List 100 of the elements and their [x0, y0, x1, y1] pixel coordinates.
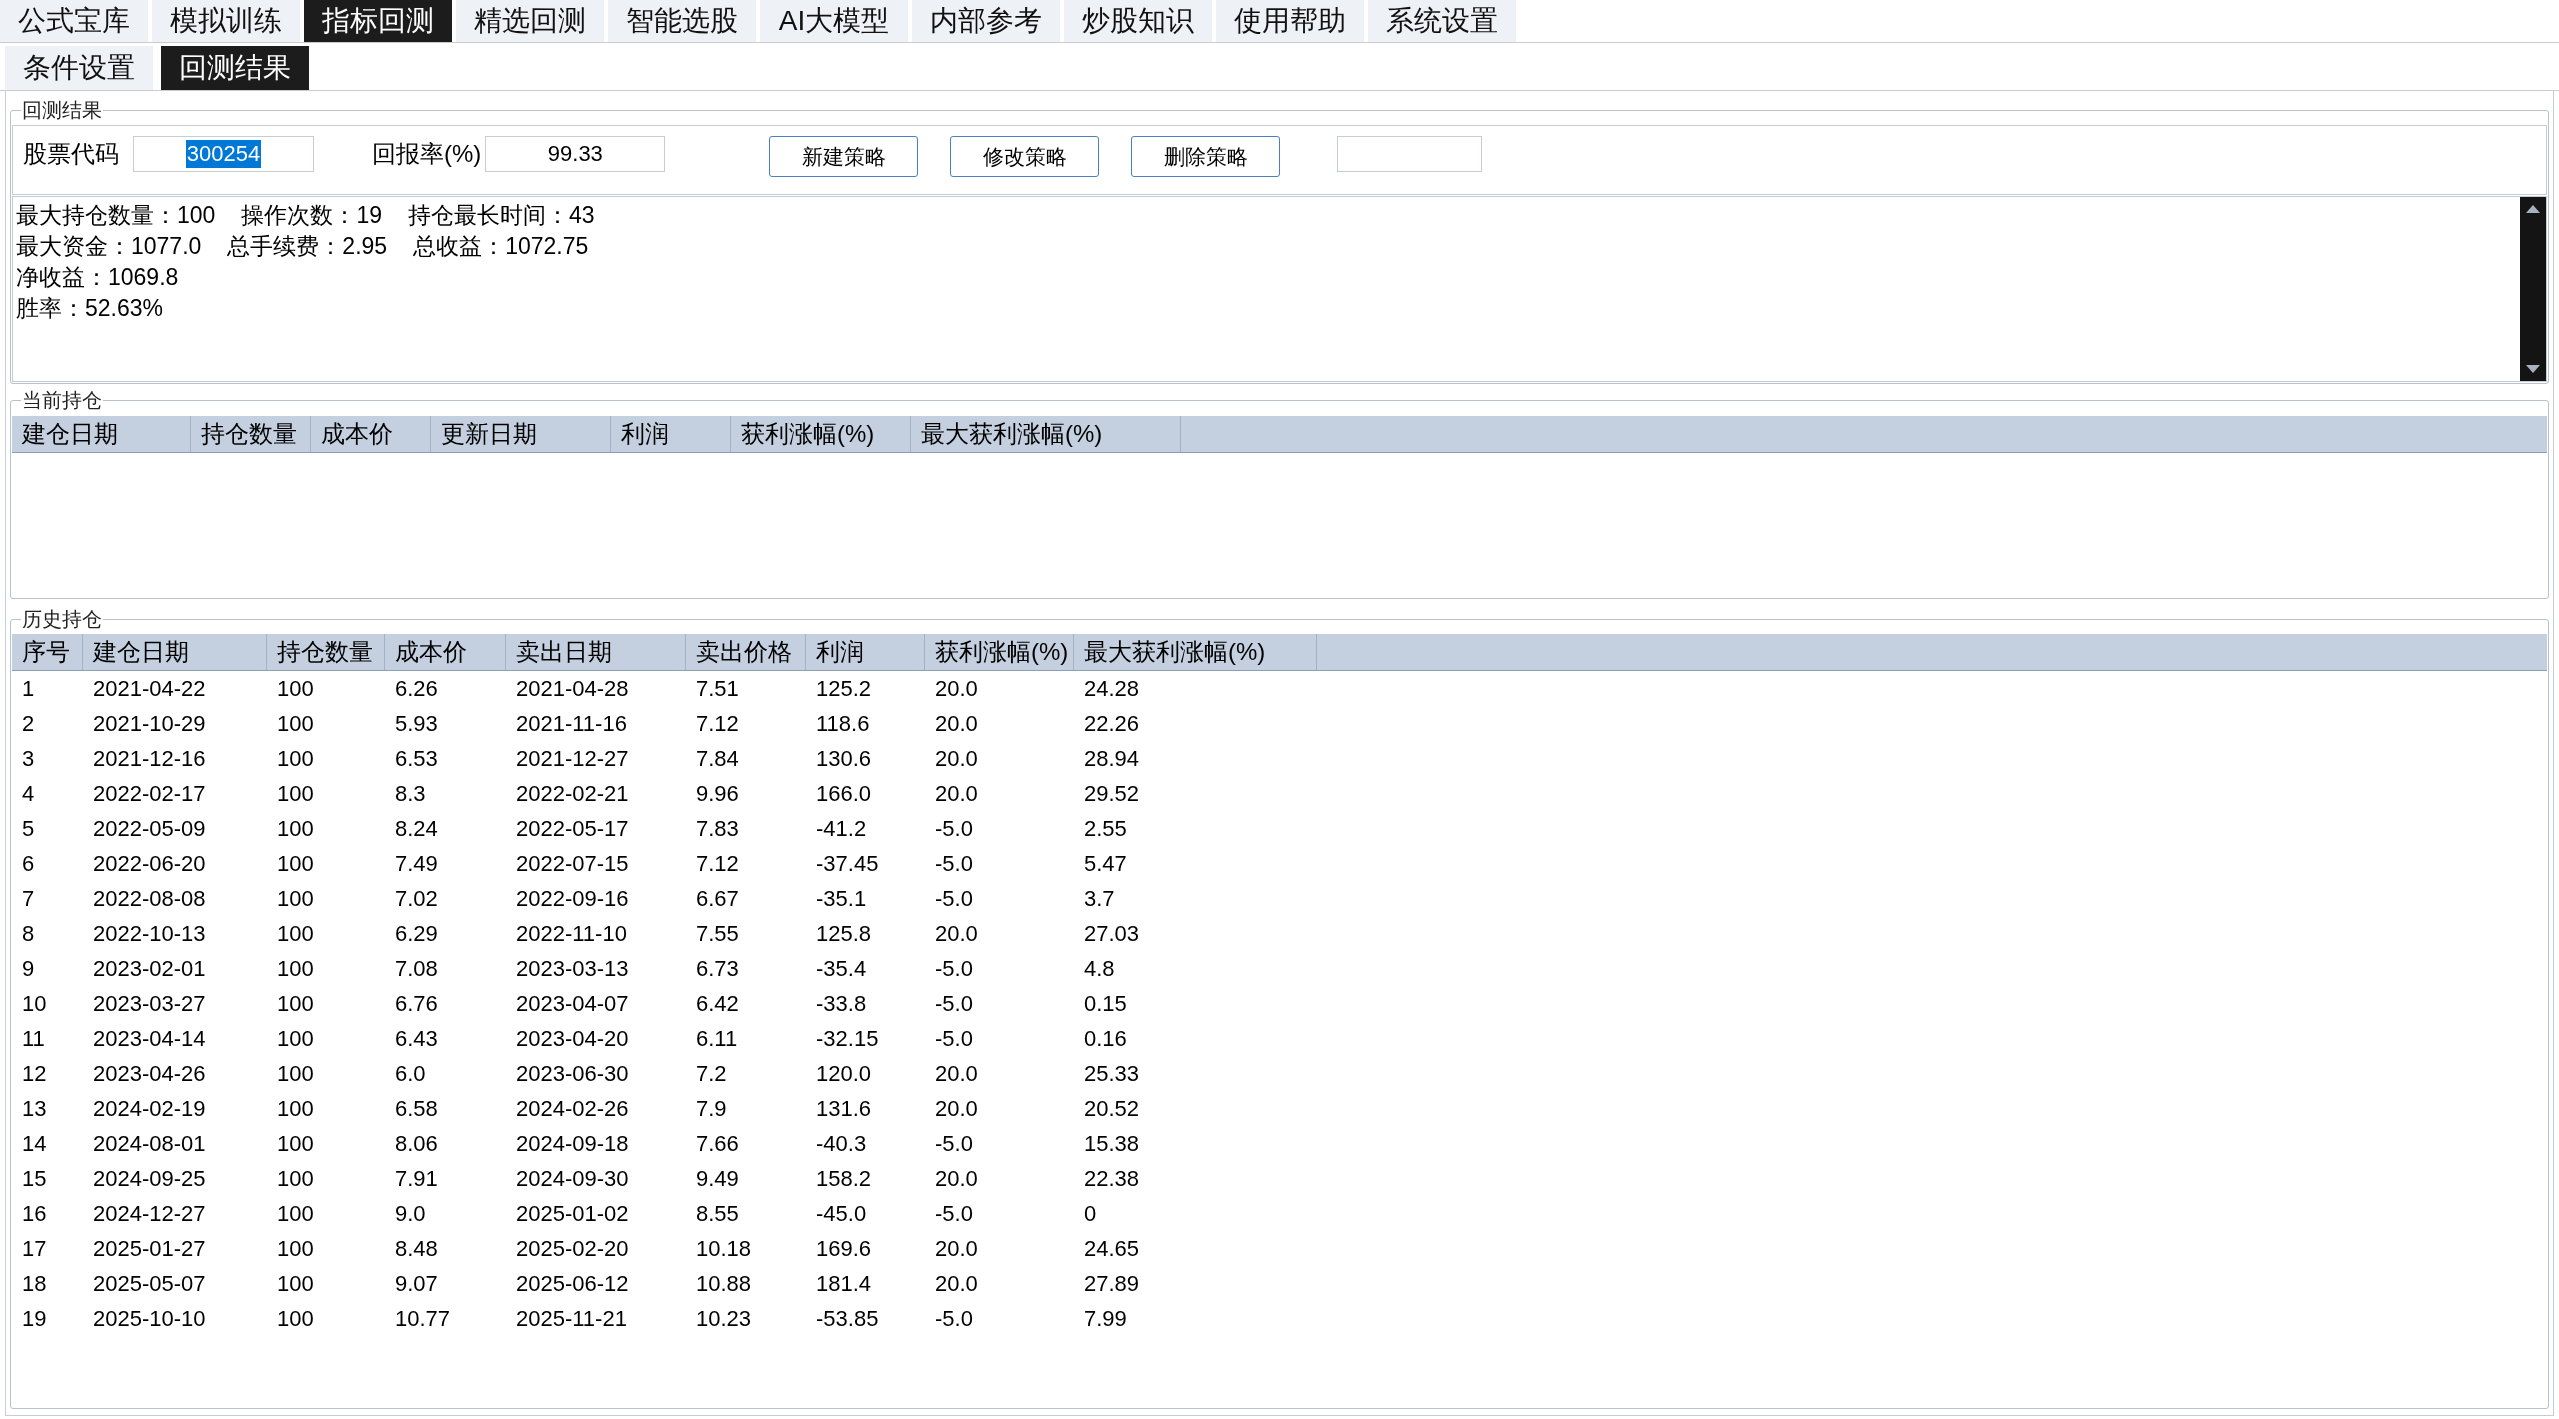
- table-cell: 8.06: [395, 1132, 438, 1155]
- group-title: 回测结果: [21, 100, 103, 120]
- main-tab[interactable]: 系统设置: [1368, 0, 1516, 42]
- main-tab[interactable]: 模拟训练: [152, 0, 300, 42]
- table-cell: 25.33: [1084, 1062, 1140, 1085]
- main-tab[interactable]: 指标回测: [304, 0, 452, 42]
- table-cell: 120.0: [816, 1062, 872, 1085]
- table-cell: 2021-04-22: [93, 677, 206, 700]
- main-tab[interactable]: AI大模型: [760, 0, 908, 42]
- scrollbar[interactable]: [2520, 197, 2546, 381]
- column-header[interactable]: 建仓日期: [83, 634, 267, 670]
- column-header[interactable]: 利润: [611, 416, 731, 452]
- strategy-button[interactable]: 修改策略: [950, 136, 1100, 177]
- table-cell: 2022-09-16: [516, 887, 629, 910]
- table-cell: 3: [22, 747, 35, 770]
- field-label: 股票代码: [23, 139, 119, 169]
- table-cell: -33.8: [816, 992, 867, 1015]
- table-cell: 2022-02-21: [516, 782, 629, 805]
- table-cell: 8.48: [395, 1237, 438, 1260]
- strategy-button[interactable]: 新建策略: [769, 136, 919, 177]
- column-header[interactable]: 最大获利涨幅(%): [1074, 634, 1317, 670]
- table-cell: 2022-11-10: [516, 922, 627, 945]
- table-cell: 2024-02-19: [93, 1097, 206, 1120]
- table-cell: 6.26: [395, 677, 438, 700]
- table-cell: 20.0: [935, 712, 978, 735]
- table-cell: 20.0: [935, 677, 978, 700]
- table-cell: 14: [22, 1132, 47, 1155]
- table-cell: -5.0: [935, 817, 973, 840]
- input-value: 300254: [185, 140, 262, 168]
- table-cell: 100: [277, 957, 314, 980]
- stock-code-input[interactable]: 300254: [133, 136, 314, 172]
- table-cell: 20.52: [1084, 1097, 1140, 1120]
- table-cell: 7.84: [696, 747, 739, 770]
- column-header[interactable]: 成本价: [385, 634, 506, 670]
- main-tab[interactable]: 炒股知识: [1064, 0, 1212, 42]
- table-cell: 9: [22, 957, 35, 980]
- main-tab[interactable]: 智能选股: [608, 0, 756, 42]
- table-cell: 100: [277, 1097, 314, 1120]
- table-cell: 2025-01-02: [516, 1202, 629, 1225]
- table-cell: 158.2: [816, 1167, 872, 1190]
- return-rate-input[interactable]: 99.33: [485, 136, 666, 172]
- table-cell: 10.77: [395, 1307, 451, 1330]
- table-cell: 2021-12-27: [516, 747, 629, 770]
- main-tab[interactable]: 公式宝库: [0, 0, 148, 42]
- table-cell: 5.47: [1084, 852, 1127, 875]
- table-cell: -5.0: [935, 992, 973, 1015]
- main-tab[interactable]: 使用帮助: [1216, 0, 1364, 42]
- table-cell: 10: [22, 992, 47, 1015]
- table-cell: 12: [22, 1062, 47, 1085]
- table-cell: 2023-02-01: [93, 957, 206, 980]
- column-header[interactable]: 建仓日期: [12, 416, 191, 452]
- column-header[interactable]: 持仓数量: [267, 634, 385, 670]
- column-header[interactable]: 序号: [12, 634, 83, 670]
- column-header[interactable]: 获利涨幅(%): [925, 634, 1074, 670]
- column-header[interactable]: 成本价: [311, 416, 431, 452]
- stat-text: 总手续费：2.95: [227, 232, 388, 261]
- main-tab[interactable]: 内部参考: [912, 0, 1060, 42]
- table-cell: 6.58: [395, 1097, 438, 1120]
- column-header[interactable]: 最大获利涨幅(%): [911, 416, 1181, 452]
- table-cell: 2023-03-13: [516, 957, 629, 980]
- table-cell: 2021-11-16: [516, 712, 627, 735]
- table-cell: 9.49: [696, 1167, 739, 1190]
- table-cell: -35.1: [816, 887, 867, 910]
- scroll-up-icon[interactable]: [2526, 205, 2540, 213]
- table-cell: -5.0: [935, 852, 973, 875]
- column-header[interactable]: 获利涨幅(%): [731, 416, 911, 452]
- table-cell: 11: [22, 1027, 45, 1050]
- table-cell: 100: [277, 852, 314, 875]
- table-cell: 100: [277, 922, 314, 945]
- table-cell: 7.91: [395, 1167, 438, 1190]
- strategy-button[interactable]: 删除策略: [1131, 136, 1281, 177]
- table-cell: 15.38: [1084, 1132, 1140, 1155]
- input-field[interactable]: [1337, 136, 1483, 172]
- column-header[interactable]: 卖出价格: [686, 634, 806, 670]
- table-cell: 20.0: [935, 1272, 978, 1295]
- table-cell: -5.0: [935, 957, 973, 980]
- table-cell: -53.85: [816, 1307, 879, 1330]
- sub-tab[interactable]: 条件设置: [5, 46, 153, 90]
- table-cell: 2023-04-14: [93, 1027, 206, 1050]
- table-cell: 28.94: [1084, 747, 1140, 770]
- table-cell: 20.0: [935, 1062, 978, 1085]
- column-header[interactable]: 卖出日期: [506, 634, 686, 670]
- table-cell: -5.0: [935, 1027, 973, 1050]
- table-cell: 2025-11-21: [516, 1307, 627, 1330]
- table-cell: 8.3: [395, 782, 426, 805]
- table-cell: 100: [277, 887, 314, 910]
- table-cell: 7.49: [395, 852, 438, 875]
- table-cell: 0.16: [1084, 1027, 1127, 1050]
- table-cell: 2023-06-30: [516, 1062, 629, 1085]
- table-cell: 2024-09-25: [93, 1167, 206, 1190]
- main-tab[interactable]: 精选回测: [456, 0, 604, 42]
- table-cell: 6.53: [395, 747, 438, 770]
- column-header[interactable]: 更新日期: [431, 416, 611, 452]
- column-header[interactable]: 持仓数量: [191, 416, 311, 452]
- stat-text: 总收益：1072.75: [413, 232, 589, 261]
- column-header[interactable]: 利润: [806, 634, 925, 670]
- table-cell: 27.89: [1084, 1272, 1140, 1295]
- scroll-down-icon[interactable]: [2526, 365, 2540, 373]
- sub-tab[interactable]: 回测结果: [161, 46, 309, 90]
- table-cell: 22.26: [1084, 712, 1140, 735]
